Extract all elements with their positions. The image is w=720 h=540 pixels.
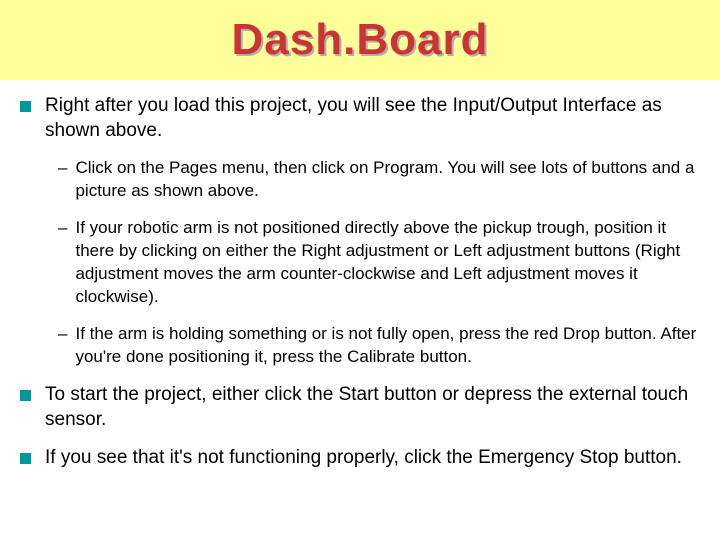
title-bar: Dash.Board	[0, 0, 720, 80]
list-item: To start the project, either click the S…	[20, 383, 700, 432]
square-bullet-icon	[20, 390, 31, 401]
sub-list: – Click on the Pages menu, then click on…	[58, 157, 700, 369]
slide-content: Right after you load this project, you w…	[0, 80, 720, 495]
bullet-text: To start the project, either click the S…	[45, 383, 700, 432]
slide-title: Dash.Board	[232, 15, 489, 65]
dash-bullet-icon: –	[58, 157, 67, 180]
list-item: If you see that it's not functioning pro…	[20, 446, 700, 471]
list-item: – If your robotic arm is not positioned …	[58, 217, 700, 309]
list-item: – Click on the Pages menu, then click on…	[58, 157, 700, 203]
dash-bullet-icon: –	[58, 323, 67, 346]
list-item: – If the arm is holding something or is …	[58, 323, 700, 369]
bullet-text: Click on the Pages menu, then click on P…	[75, 157, 700, 203]
bullet-text: If the arm is holding something or is no…	[75, 323, 700, 369]
square-bullet-icon	[20, 101, 31, 112]
bullet-text: If you see that it's not functioning pro…	[45, 446, 682, 471]
bullet-text: If your robotic arm is not positioned di…	[75, 217, 700, 309]
list-item: Right after you load this project, you w…	[20, 94, 700, 143]
bullet-text: Right after you load this project, you w…	[45, 94, 700, 143]
square-bullet-icon	[20, 453, 31, 464]
dash-bullet-icon: –	[58, 217, 67, 240]
